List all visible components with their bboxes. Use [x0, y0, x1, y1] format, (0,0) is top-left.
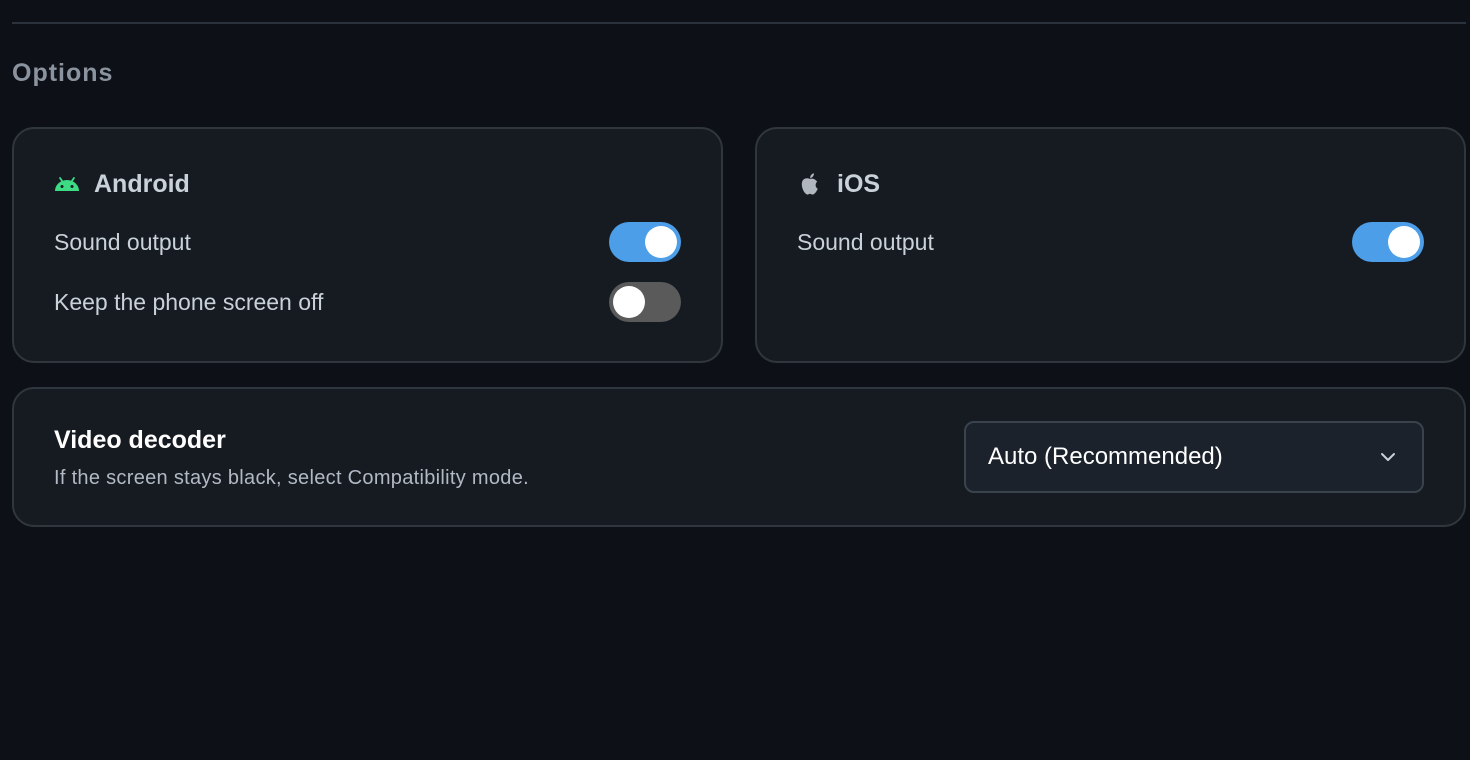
android-title: Android [94, 170, 190, 198]
android-screen-off-toggle[interactable] [609, 282, 681, 322]
android-sound-output-toggle[interactable] [609, 222, 681, 262]
android-screen-off-row: Keep the phone screen off [54, 281, 681, 323]
chevron-down-icon [1380, 452, 1396, 462]
toggle-knob [613, 286, 645, 318]
video-decoder-select[interactable]: Auto (Recommended) [964, 421, 1424, 493]
ios-card: iOS Sound output [755, 127, 1466, 363]
android-icon [54, 171, 80, 197]
android-sound-output-row: Sound output [54, 221, 681, 263]
top-divider [12, 22, 1466, 24]
section-title: Options [12, 59, 114, 87]
options-page: Options Android Sound output Keep the ph… [0, 0, 1470, 760]
video-decoder-description: If the screen stays black, select Compat… [54, 467, 529, 489]
apple-icon [797, 171, 823, 197]
android-card: Android Sound output Keep the phone scre… [12, 127, 723, 363]
toggle-knob [1388, 226, 1420, 258]
android-screen-off-label: Keep the phone screen off [54, 289, 324, 315]
ios-header: iOS [797, 169, 880, 199]
ios-sound-output-toggle[interactable] [1352, 222, 1424, 262]
ios-sound-output-row: Sound output [797, 221, 1424, 263]
video-decoder-card: Video decoder If the screen stays black,… [12, 387, 1466, 527]
video-decoder-selected-value: Auto (Recommended) [988, 443, 1223, 470]
video-decoder-title: Video decoder [54, 426, 226, 454]
android-sound-output-label: Sound output [54, 229, 191, 255]
toggle-knob [645, 226, 677, 258]
ios-title: iOS [837, 170, 881, 198]
ios-sound-output-label: Sound output [797, 229, 934, 255]
android-header: Android [54, 169, 190, 199]
